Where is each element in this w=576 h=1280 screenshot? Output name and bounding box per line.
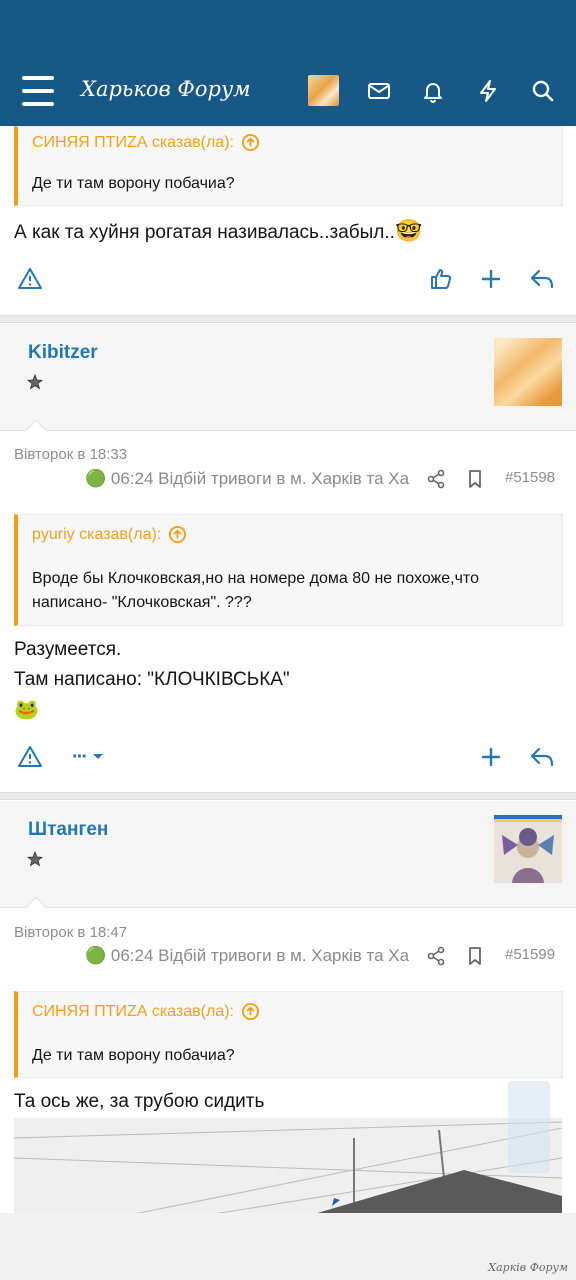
- search-icon[interactable]: [528, 76, 558, 106]
- like-icon[interactable]: [426, 264, 456, 294]
- post-author-bar: Штанген: [0, 801, 576, 920]
- author-bar-notch: [24, 419, 48, 443]
- quote-block: СИНЯЯ ПТИZА сказав(ла): Де ти там ворону…: [14, 991, 563, 1078]
- post-message: Та ось же, за трубою сидить: [14, 1091, 265, 1112]
- post-message: А как та хуйня рогатая називалась..забыл…: [14, 216, 422, 248]
- share-icon[interactable]: [426, 946, 446, 966]
- system-navigation-bar: Харків Форум: [0, 1213, 576, 1280]
- quote-text: Де ти там ворону побачиа?: [32, 1047, 235, 1064]
- post-number[interactable]: #51599: [505, 946, 555, 963]
- username[interactable]: Штанген: [28, 819, 108, 841]
- status-bar: [0, 0, 576, 62]
- site-logo[interactable]: Харьков Форум: [81, 77, 251, 101]
- message-line: Разумеется.: [14, 639, 122, 660]
- reply-icon[interactable]: [527, 742, 557, 772]
- rank-star-icon: [27, 374, 43, 390]
- quote-author[interactable]: СИНЯЯ ПТИZА сказав(ла):: [32, 1003, 234, 1021]
- report-icon[interactable]: [15, 742, 45, 772]
- quote-block: СИНЯЯ ПТИZА сказав(ла): Де ти там ворону…: [14, 126, 563, 206]
- emoji: 🐸: [14, 699, 39, 721]
- user-avatar[interactable]: [494, 338, 562, 406]
- message-line: Там написано: "КЛОЧКІВСЬКА": [14, 669, 290, 690]
- share-icon[interactable]: [426, 469, 446, 489]
- quote-header[interactable]: pyuriy сказав(ла):: [32, 525, 187, 544]
- arrow-up-circle-icon[interactable]: [241, 133, 260, 152]
- multi-quote-icon[interactable]: [476, 742, 506, 772]
- rank-star-icon: [27, 851, 43, 867]
- bookmark-icon[interactable]: [465, 946, 485, 966]
- multi-quote-icon[interactable]: [476, 264, 506, 294]
- post-separator: [0, 792, 576, 800]
- post-image[interactable]: [14, 1118, 562, 1214]
- reply-icon[interactable]: [527, 264, 557, 294]
- bell-icon[interactable]: [418, 76, 448, 106]
- post-separator: [0, 315, 576, 323]
- chevron-down-icon: [92, 754, 103, 759]
- post-number[interactable]: #51598: [505, 469, 555, 486]
- message-text: А как та хуйня рогатая називалась..забыл…: [14, 222, 395, 243]
- arrow-up-circle-icon[interactable]: [241, 1002, 260, 1021]
- more-options-button[interactable]: ···: [66, 742, 110, 772]
- quote-header[interactable]: СИНЯЯ ПТИZА сказав(ла):: [32, 1002, 260, 1021]
- user-avatar[interactable]: [308, 75, 339, 106]
- author-bar-notch: [24, 896, 48, 920]
- quote-block: pyuriy сказав(ла): Вроде бы Клочковская,…: [14, 514, 563, 626]
- status-text: 🟢 06:24 Відбій тривоги в м. Харків та Ха…: [85, 469, 410, 488]
- lightning-icon[interactable]: [473, 76, 503, 106]
- quote-author[interactable]: СИНЯЯ ПТИZА сказав(ла):: [32, 134, 234, 152]
- quote-header[interactable]: СИНЯЯ ПТИZА сказав(ла):: [32, 133, 260, 152]
- status-text: 🟢 06:24 Відбій тривоги в м. Харків та Ха…: [85, 946, 410, 965]
- mail-icon[interactable]: [364, 76, 394, 106]
- post-time[interactable]: Вівторок в 18:33: [14, 446, 127, 463]
- post-time[interactable]: Вівторок в 18:47: [14, 924, 127, 941]
- menu-icon[interactable]: [22, 76, 54, 106]
- arrow-up-circle-icon[interactable]: [168, 525, 187, 544]
- quote-author[interactable]: pyuriy сказав(ла):: [32, 526, 161, 544]
- user-avatar[interactable]: [494, 815, 562, 883]
- username[interactable]: Kibitzer: [28, 342, 98, 364]
- post-message: Разумеется. Там написано: "КЛОЧКІВСЬКА" …: [14, 635, 290, 725]
- top-navigation-bar: Харьков Форум: [0, 62, 576, 126]
- quote-text: Де ти там ворону побачиа?: [32, 175, 235, 192]
- emoji: 🤓: [394, 218, 423, 243]
- quote-text: Вроде бы Клочковская,но на номере дома 8…: [32, 570, 479, 611]
- bookmark-icon[interactable]: [465, 469, 485, 489]
- report-icon[interactable]: [15, 264, 45, 294]
- post-author-bar: Kibitzer: [0, 324, 576, 443]
- watermark: Харків Форум: [488, 1261, 568, 1274]
- more-label: ···: [72, 745, 88, 768]
- scroll-to-top-button[interactable]: [508, 1081, 550, 1173]
